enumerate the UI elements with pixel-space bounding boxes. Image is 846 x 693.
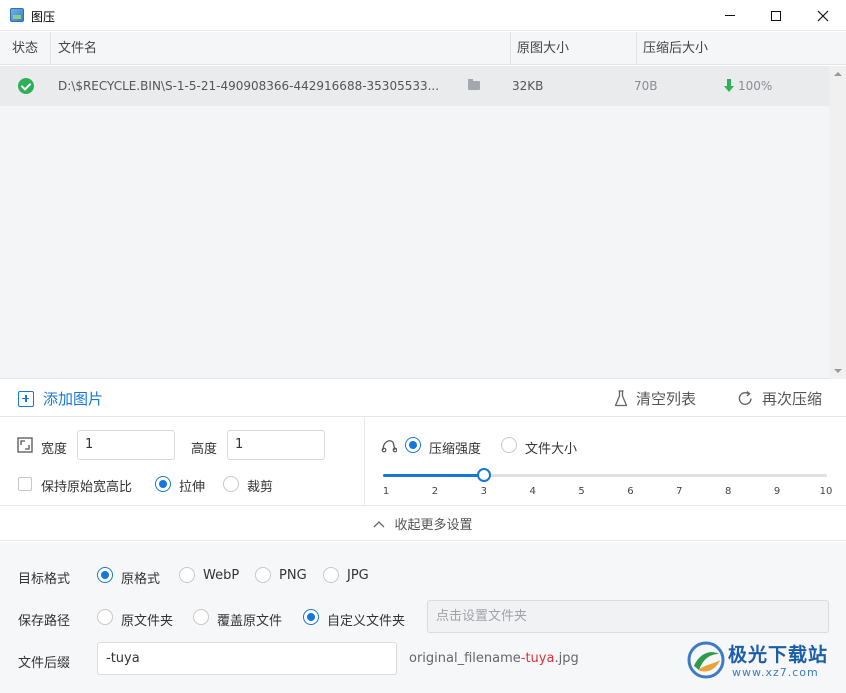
file-list[interactable]: D:\$RECYCLE.BIN\S-1-5-21-490908366-44291… [0, 66, 846, 379]
watermark-url: www.xz7.com [732, 666, 819, 679]
slider-tick-label: 9 [773, 486, 781, 497]
table-row[interactable]: D:\$RECYCLE.BIN\S-1-5-21-490908366-44291… [0, 66, 829, 106]
title-bar: 图压 [0, 0, 846, 31]
crop-label[interactable]: 裁剪 [247, 476, 273, 495]
column-divider[interactable] [50, 32, 51, 65]
slider-tick-label: 7 [676, 486, 683, 497]
target-format-label: 目标格式 [18, 572, 71, 587]
action-bar: 添加图片 清空列表 再次压缩 [0, 380, 846, 417]
vertical-scrollbar[interactable] [829, 66, 846, 379]
crop-radio[interactable] [223, 476, 239, 492]
row-compressed-size: 70B [634, 79, 658, 93]
slider-tick-label: 5 [578, 486, 585, 497]
slider-tick-label: 3 [480, 486, 487, 497]
watermark-name: 极光下载站 [728, 644, 829, 666]
save-path-label: 保存路径 [18, 614, 71, 629]
maximize-button[interactable] [753, 0, 799, 31]
scroll-down-icon[interactable] [834, 369, 842, 373]
keep-ratio-checkbox[interactable] [18, 477, 32, 491]
refresh-icon [738, 390, 752, 405]
open-folder-icon[interactable] [468, 79, 480, 90]
format-original-radio[interactable] [97, 567, 113, 583]
format-webp-radio[interactable] [179, 567, 195, 583]
app-icon [10, 8, 24, 22]
height-label: 高度 [191, 442, 218, 457]
filesize-radio[interactable] [501, 437, 517, 453]
path-custom-label[interactable]: 自定义文件夹 [327, 610, 405, 629]
path-overwrite-radio[interactable] [193, 609, 209, 625]
compression-slider[interactable] [383, 468, 827, 482]
table-header: 状态 文件名 原图大小 压缩后大小 [0, 32, 846, 65]
row-ratio: 100% [738, 79, 773, 93]
clear-list-label: 清空列表 [636, 390, 697, 408]
keep-ratio-label[interactable]: 保持原始宽高比 [41, 476, 132, 495]
scroll-up-icon[interactable] [834, 72, 842, 76]
add-images-label: 添加图片 [43, 390, 104, 408]
recompress-button[interactable]: 再次压缩 [737, 388, 822, 409]
header-original-size[interactable]: 原图大小 [511, 32, 569, 65]
close-icon [817, 10, 829, 21]
format-jpg-label[interactable]: JPG [347, 568, 369, 583]
flask-icon [614, 390, 628, 407]
preview-base: original_filename [409, 651, 521, 666]
recompress-label: 再次压缩 [762, 390, 823, 408]
success-check-icon [18, 78, 34, 94]
minimize-button[interactable] [707, 0, 753, 31]
header-compressed-size[interactable]: 压缩后大小 [637, 32, 708, 65]
clear-list-button[interactable]: 清空列表 [614, 388, 696, 409]
custom-folder-input[interactable]: 点击设置文件夹 [427, 600, 829, 633]
strength-radio[interactable] [405, 437, 421, 453]
suffix-input[interactable]: -tuya [97, 642, 397, 675]
add-icon [18, 390, 34, 407]
divider [364, 418, 365, 506]
width-label: 宽度 [41, 442, 68, 457]
preview-ext: .jpg [554, 651, 579, 666]
format-original-label[interactable]: 原格式 [121, 568, 160, 587]
window-title: 图压 [31, 10, 56, 24]
slider-thumb[interactable] [476, 468, 491, 482]
add-images-button[interactable]: 添加图片 [18, 388, 103, 409]
stretch-label[interactable]: 拉伸 [179, 476, 205, 495]
site-watermark: 极光下载站 www.xz7.com [686, 638, 842, 686]
minimize-icon [725, 15, 735, 16]
suffix-label: 文件后缀 [18, 656, 71, 671]
path-original-label[interactable]: 原文件夹 [121, 610, 173, 629]
header-status[interactable]: 状态 [6, 32, 38, 65]
width-input[interactable]: 1 [77, 430, 175, 460]
slider-tick-label: 2 [431, 486, 439, 497]
stretch-radio[interactable] [155, 476, 171, 492]
strength-label[interactable]: 压缩强度 [429, 438, 481, 457]
suffix-preview: original_filename-tuya.jpg [409, 651, 579, 666]
resize-icon [17, 437, 33, 453]
format-png-label[interactable]: PNG [279, 568, 307, 583]
collapse-label: 收起更多设置 [394, 518, 473, 533]
slider-tick-label: 6 [627, 486, 634, 497]
slider-tick-label: 10 [819, 486, 833, 497]
row-filename: D:\$RECYCLE.BIN\S-1-5-21-490908366-44291… [58, 79, 440, 93]
path-overwrite-label[interactable]: 覆盖原文件 [217, 610, 282, 629]
watermark-logo [687, 641, 725, 679]
row-original-size: 32KB [512, 79, 544, 93]
close-button[interactable] [800, 0, 846, 31]
slider-tick-label: 1 [382, 486, 390, 497]
maximize-icon [771, 10, 781, 21]
height-input[interactable]: 1 [227, 430, 325, 460]
filesize-label[interactable]: 文件大小 [525, 438, 577, 457]
header-filename[interactable]: 文件名 [52, 32, 97, 65]
path-original-radio[interactable] [97, 609, 113, 625]
slider-tick-label: 4 [529, 486, 536, 497]
preview-suffix: -tuya [520, 651, 555, 666]
compress-curve-icon [381, 440, 397, 453]
chevron-up-icon [374, 520, 385, 527]
path-custom-radio[interactable] [303, 609, 319, 625]
format-jpg-radio[interactable] [323, 567, 339, 583]
collapse-settings-button[interactable]: 收起更多设置 [0, 507, 846, 541]
slider-tick-label: 8 [725, 486, 732, 497]
slider-fill [383, 474, 484, 477]
format-webp-label[interactable]: WebP [203, 568, 239, 583]
arrow-down-icon [724, 79, 734, 92]
format-png-radio[interactable] [255, 567, 271, 583]
